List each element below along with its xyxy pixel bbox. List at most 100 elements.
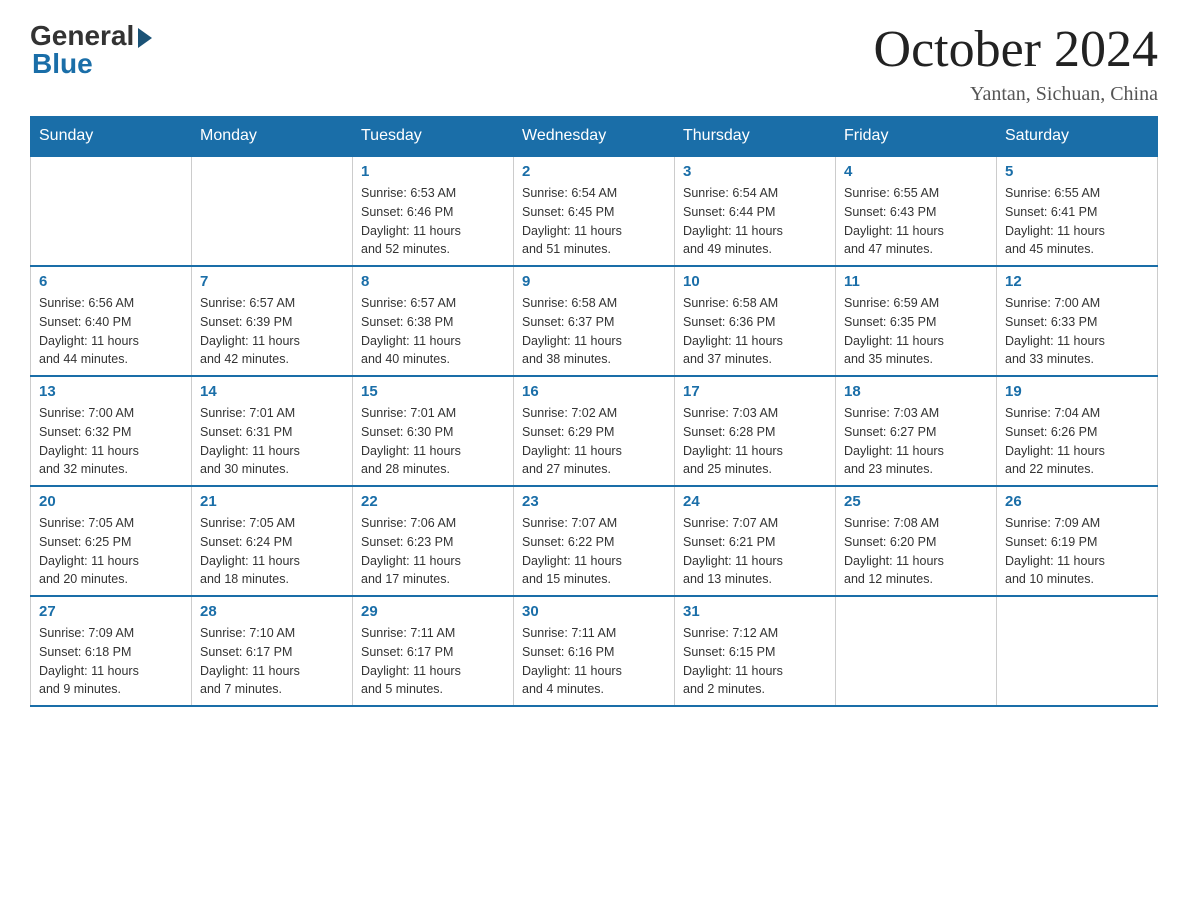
day-number: 12	[1005, 273, 1149, 290]
day-number: 29	[361, 603, 505, 620]
calendar-cell: 19 Sunrise: 7:04 AM Sunset: 6:26 PM Dayli…	[997, 376, 1158, 486]
calendar-cell: 30Sunrise: 7:11 AM Sunset: 6:16 PM Dayli…	[514, 596, 675, 706]
day-number: 5	[1005, 163, 1149, 180]
day-info: Sunrise: 6:57 AM Sunset: 6:38 PM Dayligh…	[361, 294, 505, 369]
day-number: 24	[683, 493, 827, 510]
day-number: 14	[200, 383, 344, 400]
calendar-cell: 15 Sunrise: 7:01 AM Sunset: 6:30 PM Dayli…	[353, 376, 514, 486]
day-info: Sunrise: 7:00 AM Sunset: 6:32 PM Dayligh…	[39, 404, 183, 479]
day-info: Sunrise: 6:53 AM Sunset: 6:46 PM Dayligh…	[361, 184, 505, 259]
title-section: October 2024 Yantan, Sichuan, China	[874, 20, 1158, 106]
calendar-week-row: 27 Sunrise: 7:09 AM Sunset: 6:18 PM Dayli…	[31, 596, 1158, 706]
day-info: Sunrise: 7:03 AM Sunset: 6:27 PM Dayligh…	[844, 404, 988, 479]
day-info: Sunrise: 7:05 AM Sunset: 6:24 PM Dayligh…	[200, 514, 344, 589]
day-number: 3	[683, 163, 827, 180]
calendar-week-row: 6 Sunrise: 6:56 AM Sunset: 6:40 PM Daylig…	[31, 266, 1158, 376]
day-number: 19	[1005, 383, 1149, 400]
day-info: Sunrise: 6:57 AM Sunset: 6:39 PM Dayligh…	[200, 294, 344, 369]
page-header: General Blue October 2024 Yantan, Sichua…	[30, 20, 1158, 106]
day-info: Sunrise: 6:58 AM Sunset: 6:36 PM Dayligh…	[683, 294, 827, 369]
day-number: 30	[522, 603, 666, 620]
day-info: Sunrise: 7:01 AM Sunset: 6:31 PM Dayligh…	[200, 404, 344, 479]
calendar-cell: 13 Sunrise: 7:00 AM Sunset: 6:32 PM Dayli…	[31, 376, 192, 486]
calendar-cell: 7 Sunrise: 6:57 AM Sunset: 6:39 PM Daylig…	[192, 266, 353, 376]
day-info: Sunrise: 7:10 AM Sunset: 6:17 PM Dayligh…	[200, 624, 344, 699]
logo-blue-text: Blue	[32, 48, 93, 80]
day-number: 16	[522, 383, 666, 400]
calendar-cell: 16 Sunrise: 7:02 AM Sunset: 6:29 PM Dayli…	[514, 376, 675, 486]
calendar-table: SundayMondayTuesdayWednesdayThursdayFrid…	[30, 116, 1158, 707]
day-number: 6	[39, 273, 183, 290]
day-number: 15	[361, 383, 505, 400]
calendar-cell	[997, 596, 1158, 706]
calendar-header-day: Wednesday	[514, 117, 675, 157]
day-info: Sunrise: 7:06 AM Sunset: 6:23 PM Dayligh…	[361, 514, 505, 589]
calendar-cell: 14 Sunrise: 7:01 AM Sunset: 6:31 PM Dayli…	[192, 376, 353, 486]
calendar-cell: 4 Sunrise: 6:55 AM Sunset: 6:43 PM Daylig…	[836, 156, 997, 266]
calendar-header-row: SundayMondayTuesdayWednesdayThursdayFrid…	[31, 117, 1158, 157]
day-info: Sunrise: 7:02 AM Sunset: 6:29 PM Dayligh…	[522, 404, 666, 479]
day-info: Sunrise: 7:04 AM Sunset: 6:26 PM Dayligh…	[1005, 404, 1149, 479]
day-info: Sunrise: 7:11 AM Sunset: 6:17 PM Dayligh…	[361, 624, 505, 699]
day-number: 22	[361, 493, 505, 510]
day-number: 31	[683, 603, 827, 620]
calendar-cell: 27 Sunrise: 7:09 AM Sunset: 6:18 PM Dayli…	[31, 596, 192, 706]
day-info: Sunrise: 7:00 AM Sunset: 6:33 PM Dayligh…	[1005, 294, 1149, 369]
day-info: Sunrise: 6:54 AM Sunset: 6:45 PM Dayligh…	[522, 184, 666, 259]
calendar-cell: 25 Sunrise: 7:08 AM Sunset: 6:20 PM Dayli…	[836, 486, 997, 596]
calendar-week-row: 13 Sunrise: 7:00 AM Sunset: 6:32 PM Dayli…	[31, 376, 1158, 486]
calendar-header-day: Friday	[836, 117, 997, 157]
day-info: Sunrise: 6:58 AM Sunset: 6:37 PM Dayligh…	[522, 294, 666, 369]
day-info: Sunrise: 7:07 AM Sunset: 6:21 PM Dayligh…	[683, 514, 827, 589]
day-number: 7	[200, 273, 344, 290]
calendar-cell: 3 Sunrise: 6:54 AM Sunset: 6:44 PM Daylig…	[675, 156, 836, 266]
calendar-header-day: Thursday	[675, 117, 836, 157]
calendar-cell: 12 Sunrise: 7:00 AM Sunset: 6:33 PM Dayli…	[997, 266, 1158, 376]
day-number: 11	[844, 273, 988, 290]
calendar-header-day: Sunday	[31, 117, 192, 157]
day-number: 27	[39, 603, 183, 620]
location-subtitle: Yantan, Sichuan, China	[874, 83, 1158, 106]
calendar-week-row: 20Sunrise: 7:05 AM Sunset: 6:25 PM Dayli…	[31, 486, 1158, 596]
day-info: Sunrise: 6:56 AM Sunset: 6:40 PM Dayligh…	[39, 294, 183, 369]
calendar-cell: 24 Sunrise: 7:07 AM Sunset: 6:21 PM Dayli…	[675, 486, 836, 596]
calendar-cell: 1Sunrise: 6:53 AM Sunset: 6:46 PM Daylig…	[353, 156, 514, 266]
calendar-cell: 21 Sunrise: 7:05 AM Sunset: 6:24 PM Dayli…	[192, 486, 353, 596]
day-number: 26	[1005, 493, 1149, 510]
day-info: Sunrise: 7:09 AM Sunset: 6:18 PM Dayligh…	[39, 624, 183, 699]
day-number: 25	[844, 493, 988, 510]
day-info: Sunrise: 7:12 AM Sunset: 6:15 PM Dayligh…	[683, 624, 827, 699]
calendar-cell: 17Sunrise: 7:03 AM Sunset: 6:28 PM Dayli…	[675, 376, 836, 486]
calendar-cell	[836, 596, 997, 706]
calendar-cell: 9Sunrise: 6:58 AM Sunset: 6:37 PM Daylig…	[514, 266, 675, 376]
day-info: Sunrise: 6:55 AM Sunset: 6:43 PM Dayligh…	[844, 184, 988, 259]
day-info: Sunrise: 6:55 AM Sunset: 6:41 PM Dayligh…	[1005, 184, 1149, 259]
calendar-header-day: Monday	[192, 117, 353, 157]
day-info: Sunrise: 7:07 AM Sunset: 6:22 PM Dayligh…	[522, 514, 666, 589]
calendar-cell: 11 Sunrise: 6:59 AM Sunset: 6:35 PM Dayli…	[836, 266, 997, 376]
logo: General Blue	[30, 20, 152, 80]
day-number: 18	[844, 383, 988, 400]
day-info: Sunrise: 7:08 AM Sunset: 6:20 PM Dayligh…	[844, 514, 988, 589]
day-number: 20	[39, 493, 183, 510]
calendar-cell: 20Sunrise: 7:05 AM Sunset: 6:25 PM Dayli…	[31, 486, 192, 596]
calendar-cell: 26Sunrise: 7:09 AM Sunset: 6:19 PM Dayli…	[997, 486, 1158, 596]
calendar-cell: 29 Sunrise: 7:11 AM Sunset: 6:17 PM Dayli…	[353, 596, 514, 706]
calendar-cell	[192, 156, 353, 266]
logo-arrow-icon	[138, 28, 152, 48]
day-info: Sunrise: 6:54 AM Sunset: 6:44 PM Dayligh…	[683, 184, 827, 259]
calendar-cell: 2 Sunrise: 6:54 AM Sunset: 6:45 PM Daylig…	[514, 156, 675, 266]
day-number: 8	[361, 273, 505, 290]
day-number: 13	[39, 383, 183, 400]
calendar-cell: 18 Sunrise: 7:03 AM Sunset: 6:27 PM Dayli…	[836, 376, 997, 486]
day-number: 10	[683, 273, 827, 290]
calendar-header-day: Tuesday	[353, 117, 514, 157]
calendar-cell: 23Sunrise: 7:07 AM Sunset: 6:22 PM Dayli…	[514, 486, 675, 596]
day-info: Sunrise: 6:59 AM Sunset: 6:35 PM Dayligh…	[844, 294, 988, 369]
day-info: Sunrise: 7:01 AM Sunset: 6:30 PM Dayligh…	[361, 404, 505, 479]
day-number: 4	[844, 163, 988, 180]
day-number: 21	[200, 493, 344, 510]
day-number: 2	[522, 163, 666, 180]
month-year-title: October 2024	[874, 20, 1158, 79]
day-info: Sunrise: 7:03 AM Sunset: 6:28 PM Dayligh…	[683, 404, 827, 479]
